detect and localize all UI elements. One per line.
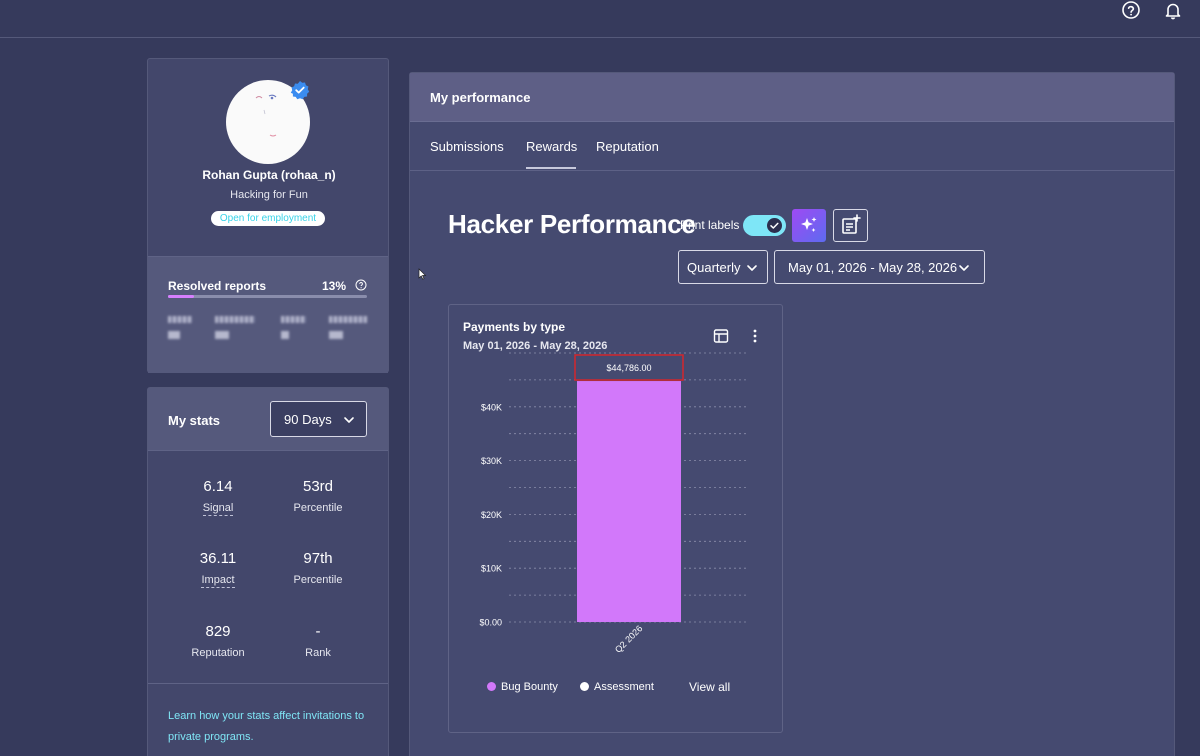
stats-header: My stats 90 Days <box>148 388 388 451</box>
profile-tagline: Hacking for Fun <box>230 189 308 201</box>
impact-percentile-label: Percentile <box>293 574 343 586</box>
chevron-down-icon <box>344 417 354 423</box>
date-range-label: May 01, 2026 - May 28, 2026 <box>788 260 958 275</box>
bar-data-label: $44,786.00 <box>606 363 651 373</box>
tab-submissions[interactable]: Submissions <box>430 139 504 154</box>
impact-value: 36.11 <box>199 550 237 567</box>
signal-label[interactable]: Signal <box>168 502 268 516</box>
bell-icon[interactable] <box>1162 0 1184 22</box>
tabs-divider <box>410 170 1174 171</box>
help-icon[interactable] <box>1120 0 1142 22</box>
chart-title: Payments by type <box>463 320 566 334</box>
document-add-icon <box>842 214 861 234</box>
more-vertical-icon[interactable] <box>747 328 763 344</box>
stats-divider <box>148 683 388 684</box>
stats-info-link[interactable]: Learn how your stats affect invitations … <box>168 706 373 748</box>
mouse-cursor-icon <box>418 268 427 280</box>
performance-title: My performance <box>430 90 531 105</box>
active-tab-indicator <box>526 167 576 169</box>
legend-swatch <box>580 682 589 691</box>
chart-subtitle: May 01, 2026 - May 28, 2026 <box>463 340 608 352</box>
rank-label: Rank <box>305 647 331 659</box>
add-report-button[interactable] <box>833 209 868 242</box>
blurred-severity-stat <box>215 316 255 344</box>
performance-header: My performance <box>410 73 1174 122</box>
page-title: Hacker Performance <box>448 209 696 239</box>
bar-bug-bounty <box>577 381 681 622</box>
ai-insights-button[interactable] <box>792 209 826 242</box>
blurred-severity-stat <box>168 316 202 344</box>
verified-badge-icon <box>290 81 310 100</box>
interval-label: Quarterly <box>687 260 741 275</box>
question-circle-icon[interactable] <box>355 279 367 291</box>
profile-name: Rohan Gupta (rohaa_n) <box>202 168 336 182</box>
legend-label: Assessment <box>594 681 654 693</box>
stats-card: My stats 90 Days 6.14 Signal 53rd Percen… <box>147 387 389 756</box>
y-tick-label: $20K <box>481 510 502 520</box>
view-all-link[interactable]: View all <box>689 680 730 694</box>
check-icon <box>770 222 779 229</box>
resolved-reports-section: Resolved reports 13% <box>148 256 388 373</box>
blurred-severity-stat <box>281 316 315 344</box>
payments-bar-chart: $0.00 $10K $20K $30K $40K $44,786.00 Q2 2026 <box>479 352 749 655</box>
legend-label: Bug Bounty <box>501 681 558 693</box>
resolved-reports-progress-fill <box>168 295 194 298</box>
x-tick-label: Q2 2026 <box>613 623 644 654</box>
legend-assessment[interactable]: Assessment <box>580 681 654 693</box>
chevron-down-icon <box>959 265 969 271</box>
employment-badge: Open for employment <box>211 211 325 226</box>
rank-value: - <box>315 623 321 640</box>
performance-card: My performance Submissions Rewards Reput… <box>409 72 1175 756</box>
tab-reputation[interactable]: Reputation <box>596 139 659 154</box>
legend-bug-bounty[interactable]: Bug Bounty <box>487 681 558 693</box>
reputation-value: 829 <box>205 623 231 640</box>
signal-value: 6.14 <box>203 478 233 495</box>
signal-percentile-value: 53rd <box>302 478 334 495</box>
impact-label-text: Impact <box>201 574 235 588</box>
y-tick-label: $0.00 <box>479 618 502 628</box>
impact-label[interactable]: Impact <box>168 574 268 588</box>
y-tick-label: $40K <box>481 402 502 412</box>
signal-percentile-label: Percentile <box>293 502 343 514</box>
top-bar <box>0 0 1200 38</box>
resolved-reports-label: Resolved reports <box>168 279 267 293</box>
toggle-knob <box>767 218 782 233</box>
legend-swatch <box>487 682 496 691</box>
resolved-reports-percent: 13% <box>322 279 347 293</box>
impact-percentile-value: 97th <box>303 550 333 567</box>
signal-label-text: Signal <box>202 502 234 516</box>
interval-select[interactable]: Quarterly <box>678 250 768 284</box>
profile-card: Rohan Gupta (rohaa_n) Hacking for Fun Op… <box>147 58 389 373</box>
chevron-down-icon <box>747 265 757 271</box>
y-tick-label: $10K <box>481 564 502 574</box>
reputation-label: Reputation <box>191 647 245 659</box>
y-tick-label: $30K <box>481 456 502 466</box>
resolved-reports-progress <box>168 295 367 298</box>
print-labels-toggle[interactable] <box>743 215 786 236</box>
stats-title: My stats <box>168 413 221 428</box>
stats-range-select[interactable]: 90 Days <box>270 401 367 437</box>
table-view-icon[interactable] <box>713 328 729 344</box>
blurred-severity-stat <box>329 316 367 344</box>
sparkles-icon <box>801 217 817 232</box>
stats-range-label: 90 Days <box>284 412 332 427</box>
date-range-select[interactable]: May 01, 2026 - May 28, 2026 <box>774 250 985 284</box>
payments-chart-panel: $0.00 $10K $20K $30K $40K $44,786.00 Q2 2026 P… <box>448 304 783 733</box>
tab-rewards[interactable]: Rewards <box>526 139 577 154</box>
